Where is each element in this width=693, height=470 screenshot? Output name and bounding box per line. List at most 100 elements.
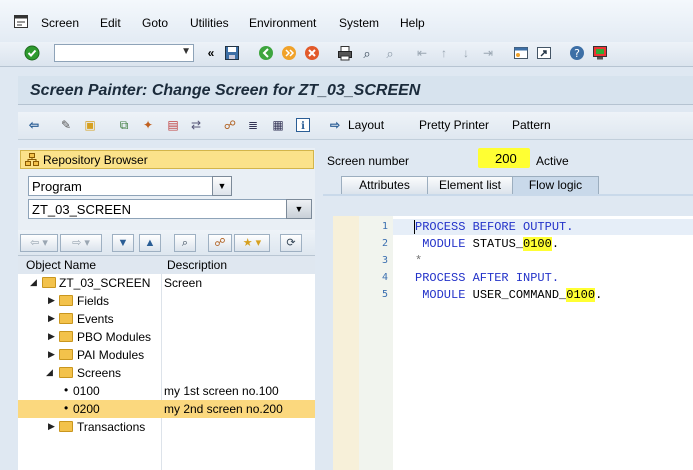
line-number-gutter: 1 2 3 4 5 <box>333 216 393 470</box>
display-button[interactable]: ▼ <box>286 199 312 219</box>
repository-browser-panel: Repository Browser Program ▼ ZT_03_SCREE… <box>18 148 315 470</box>
pattern-button[interactable]: Pattern <box>512 118 551 132</box>
folder-icon <box>59 295 73 306</box>
status-label: Active <box>536 154 569 168</box>
chevron-down-icon[interactable]: ▼ <box>181 46 191 57</box>
expand-icon[interactable]: ▲ <box>139 234 161 252</box>
window-menu-icon[interactable] <box>14 15 28 28</box>
page-title: Screen Painter: Change Screen for ZT_03_… <box>30 82 421 99</box>
bullet-icon: • <box>64 401 69 415</box>
bullet-icon: • <box>64 383 69 397</box>
collapse-arrow-icon[interactable]: ▶ <box>48 295 55 306</box>
tree-row[interactable]: ▶ Fields <box>18 292 315 310</box>
chevron-down-icon[interactable]: ▼ <box>212 176 232 196</box>
refresh-icon[interactable]: ⟳ <box>280 234 302 252</box>
code-line: PROCESS BEFORE OUTPUT. <box>415 220 574 234</box>
menu-screen[interactable]: Screen <box>41 16 79 30</box>
info-icon[interactable]: i <box>295 117 311 133</box>
cancel-icon[interactable] <box>304 45 320 61</box>
collapse-arrow-icon[interactable]: ▶ <box>48 313 55 324</box>
print-icon[interactable] <box>337 45 353 61</box>
find-next-icon[interactable]: ⌕ <box>382 45 398 61</box>
find-icon[interactable]: ⌕ <box>174 234 196 252</box>
tree-row[interactable]: ▶ PAI Modules <box>18 346 315 364</box>
tree-row[interactable]: ▶ Transactions <box>18 418 315 436</box>
stack-icon[interactable]: ≣ <box>245 117 261 133</box>
menu-help[interactable]: Help <box>400 16 425 30</box>
new-session-icon[interactable] <box>513 45 529 61</box>
exit-icon[interactable] <box>281 45 297 61</box>
favorites-icon[interactable]: ★ ▾ <box>234 234 270 252</box>
column-description: Description <box>167 258 228 272</box>
collapse-arrow-icon[interactable]: ▶ <box>48 331 55 342</box>
object-name-input[interactable]: ZT_03_SCREEN ▼ <box>28 199 312 219</box>
customize-layout-icon[interactable] <box>592 45 608 61</box>
display-change-icon[interactable]: ✎ <box>58 117 74 133</box>
object-type-select[interactable]: Program ▼ <box>28 176 232 196</box>
back-icon[interactable] <box>258 45 274 61</box>
back-arrow-icon[interactable]: ⇦ <box>26 117 42 133</box>
collapse-icon[interactable]: ▼ <box>112 234 134 252</box>
hierarchy-icon[interactable]: ☍ <box>222 117 238 133</box>
folder-open-icon <box>59 367 73 378</box>
menu-environment[interactable]: Environment <box>249 16 316 30</box>
folder-icon <box>59 421 73 432</box>
last-page-icon[interactable]: ⇥ <box>480 45 496 61</box>
tree-row[interactable]: ▶ PBO Modules <box>18 328 315 346</box>
command-field[interactable]: ▼ <box>54 44 194 62</box>
test-icon[interactable]: ▤ <box>165 117 181 133</box>
find-icon[interactable]: ⌕ <box>359 45 375 61</box>
tab-attributes[interactable]: Attributes <box>341 176 428 194</box>
layout-button[interactable]: Layout <box>348 118 384 132</box>
code-line: * <box>415 254 423 268</box>
previous-object-button[interactable]: ⇦ ▾ <box>20 234 58 252</box>
menu-system[interactable]: System <box>339 16 379 30</box>
magic-wand-icon[interactable]: ✦ <box>140 117 156 133</box>
check-icon[interactable]: ⧉ <box>116 117 132 133</box>
tab-flow-logic[interactable]: Flow logic <box>512 176 599 194</box>
tree-row[interactable]: • 0100 my 1st screen no.100 <box>18 382 315 400</box>
shortcut-icon[interactable] <box>536 45 552 61</box>
tree-row[interactable]: ▶ Events <box>18 310 315 328</box>
enter-check-icon[interactable] <box>24 45 40 61</box>
pretty-printer-button[interactable]: Pretty Printer <box>419 118 489 132</box>
collapse-arrow-icon[interactable]: ▶ <box>48 349 55 360</box>
menu-utilities[interactable]: Utilities <box>190 16 229 30</box>
tab-element-list[interactable]: Element list <box>427 176 513 194</box>
folder-open-icon <box>42 277 56 288</box>
object-type-value: Program <box>32 179 82 194</box>
menu-goto[interactable]: Goto <box>142 16 168 30</box>
folder-icon <box>59 331 73 342</box>
expand-arrow-icon[interactable]: ◢ <box>46 367 53 378</box>
collapse-command-icon[interactable]: « <box>203 45 219 61</box>
next-page-icon[interactable]: ↓ <box>458 45 474 61</box>
screen-number-field[interactable]: 200 <box>478 148 530 168</box>
next-object-button[interactable]: ⇨ ▾ <box>60 234 102 252</box>
tree-row[interactable]: ◢ Screens <box>18 364 315 382</box>
menu-edit[interactable]: Edit <box>100 16 121 30</box>
save-icon[interactable] <box>224 45 240 61</box>
tree-row[interactable]: ◢ ZT_03_SCREEN Screen <box>18 274 315 292</box>
help-icon[interactable]: ? <box>569 45 585 61</box>
flow-logic-editor[interactable]: 1 2 3 4 5 PROCESS BEFORE OUTPUT. MODULE … <box>333 216 693 470</box>
where-used-icon[interactable]: ⇄ <box>188 117 204 133</box>
expand-arrow-icon[interactable]: ◢ <box>30 277 37 288</box>
repository-browser-button[interactable]: Repository Browser <box>20 150 314 169</box>
svg-text:?: ? <box>574 47 580 60</box>
up-hierarchy-icon[interactable]: ☍ <box>208 234 232 252</box>
column-object-name: Object Name <box>26 258 97 272</box>
activate-icon[interactable]: ▣ <box>82 117 98 133</box>
code-line: MODULE STATUS_0100. <box>415 237 560 251</box>
breakpoint-strip[interactable] <box>333 216 359 470</box>
collapse-arrow-icon[interactable]: ▶ <box>48 421 55 432</box>
display-object-list-icon[interactable]: ▦ <box>270 117 286 133</box>
object-name-value: ZT_03_SCREEN <box>32 202 131 217</box>
browser-navigation-toolbar: ⇦ ▾ ⇨ ▾ ▼ ▲ ⌕ ☍ ★ ▾ ⟳ <box>18 230 315 256</box>
previous-page-icon[interactable]: ↑ <box>436 45 452 61</box>
application-toolbar: ⇦ ✎ ▣ ⧉ ✦ ▤ ⇄ ☍ ≣ ▦ i ⇨ Layout Pretty Pr… <box>18 112 693 140</box>
tree-row-selected[interactable]: • 0200 my 2nd screen no.200 <box>18 400 315 418</box>
code-line: MODULE USER_COMMAND_0100. <box>415 288 603 302</box>
screen-number-label: Screen number <box>327 154 410 168</box>
title-bar: Screen Painter: Change Screen for ZT_03_… <box>18 76 693 105</box>
first-page-icon[interactable]: ⇤ <box>414 45 430 61</box>
